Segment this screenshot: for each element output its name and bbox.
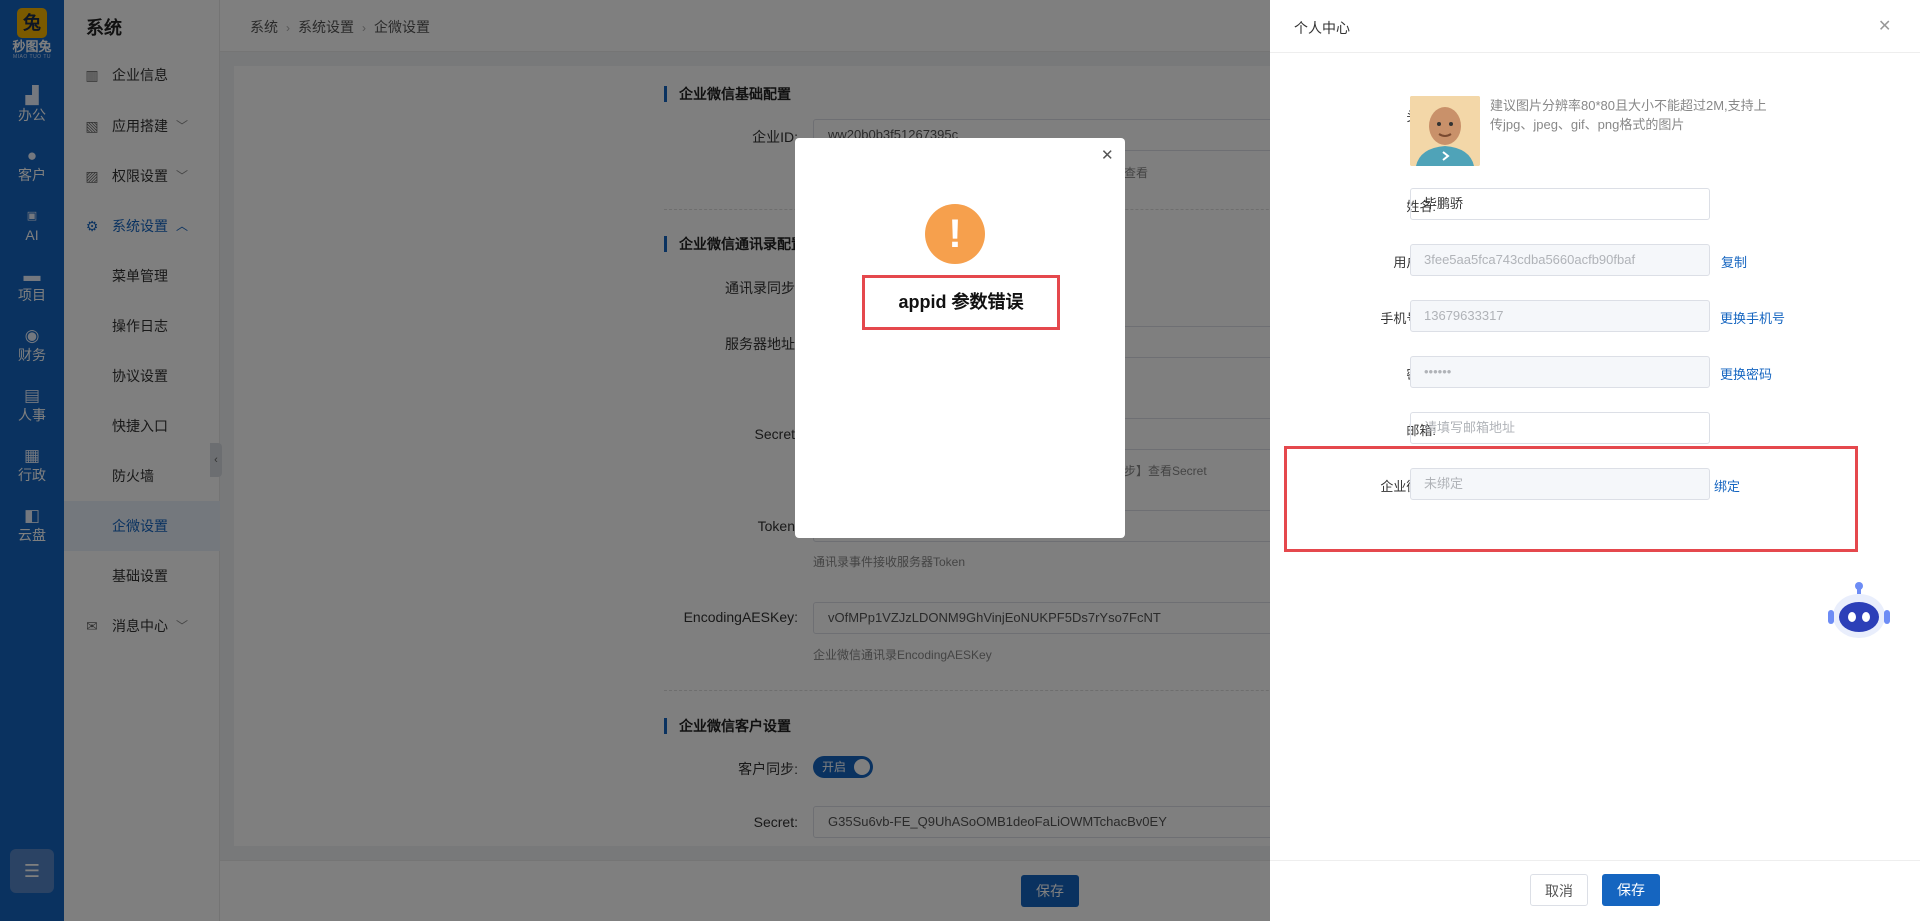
cancel-button[interactable]: 取消 xyxy=(1530,874,1588,906)
error-message: appid 参数错误 xyxy=(898,292,1024,312)
copy-link[interactable]: 复制 xyxy=(1721,252,1747,271)
warning-icon: ! xyxy=(925,204,985,264)
change-password-link[interactable]: 更换密码 xyxy=(1720,364,1772,383)
drawer-save-button[interactable]: 保存 xyxy=(1602,874,1660,906)
drawer-divider xyxy=(1270,52,1920,53)
drawer-divider xyxy=(1270,860,1920,861)
email-input[interactable]: 请填写邮箱地址 xyxy=(1410,412,1710,444)
password-input: •••••• xyxy=(1410,356,1710,388)
change-phone-link[interactable]: 更换手机号 xyxy=(1720,308,1785,327)
phone-input: 13679633317 xyxy=(1410,300,1710,332)
wecom-highlight-box xyxy=(1284,446,1858,552)
error-alert-dialog: ✕ ! appid 参数错误 xyxy=(795,138,1125,538)
name-input[interactable]: 毕鹏骄 xyxy=(1410,188,1710,220)
close-icon[interactable]: ✕ xyxy=(1101,146,1114,164)
personal-center-drawer: 个人中心 ✕ 头像: 建议图片分辨率80*80且大小不能超过2M,支持上传jpg… xyxy=(1270,0,1920,921)
avatar[interactable] xyxy=(1410,96,1480,166)
avatar-image xyxy=(1410,96,1480,166)
drawer-title: 个人中心 xyxy=(1294,20,1350,36)
error-message-highlight: appid 参数错误 xyxy=(862,275,1060,330)
user-id-input: 3fee5aa5fca743cdba5660acfb90fbaf xyxy=(1410,244,1710,276)
close-icon[interactable]: ✕ xyxy=(1878,16,1891,36)
robot-graphic xyxy=(1828,582,1890,638)
avatar-hint: 建议图片分辨率80*80且大小不能超过2M,支持上传jpg、jpeg、gif、p… xyxy=(1490,98,1767,132)
ai-assistant-robot-icon[interactable] xyxy=(1828,580,1890,640)
